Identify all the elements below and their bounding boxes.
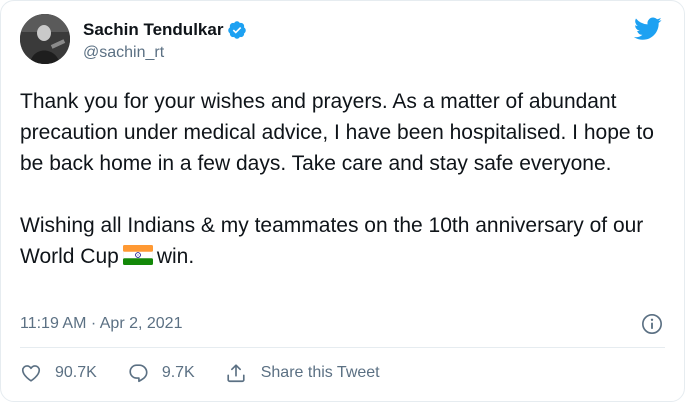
share-label: Share this Tweet <box>260 364 380 381</box>
reply-icon <box>129 364 148 383</box>
tweet-paragraph-2-start: Wishing all Indians & my teammates on th… <box>20 214 644 268</box>
author-name[interactable]: Sachin Tendulkar <box>83 20 223 40</box>
twitter-bird-icon[interactable] <box>634 17 662 41</box>
india-flag-emoji <box>122 245 153 265</box>
tweet-paragraph-2: Wishing all Indians & my teammates on th… <box>20 210 670 272</box>
share-button[interactable]: Share this Tweet <box>225 362 380 384</box>
share-icon <box>227 364 245 383</box>
tweet-paragraph-2-end: win. <box>156 245 195 268</box>
heart-icon <box>21 365 41 382</box>
tweet-actions: 90.7K 9.7K Share this Tweet <box>20 362 380 384</box>
info-icon[interactable] <box>641 313 663 335</box>
avatar[interactable] <box>20 14 70 64</box>
verified-badge-icon <box>228 21 247 39</box>
tweet-text: Thank you for your wishes and prayers. A… <box>20 86 670 272</box>
like-button[interactable]: 90.7K <box>20 362 97 384</box>
divider <box>20 347 665 348</box>
like-count: 90.7K <box>55 364 97 381</box>
tweet-paragraph-1: Thank you for your wishes and prayers. A… <box>20 90 654 175</box>
tweet-card: Sachin Tendulkar @sachin_rt Thank you fo… <box>0 0 685 402</box>
reply-button[interactable]: 9.7K <box>127 362 195 384</box>
author-handle[interactable]: @sachin_rt <box>83 44 164 62</box>
tweet-timestamp[interactable]: 11:19 AM · Apr 2, 2021 <box>20 315 182 333</box>
reply-count: 9.7K <box>161 364 195 381</box>
